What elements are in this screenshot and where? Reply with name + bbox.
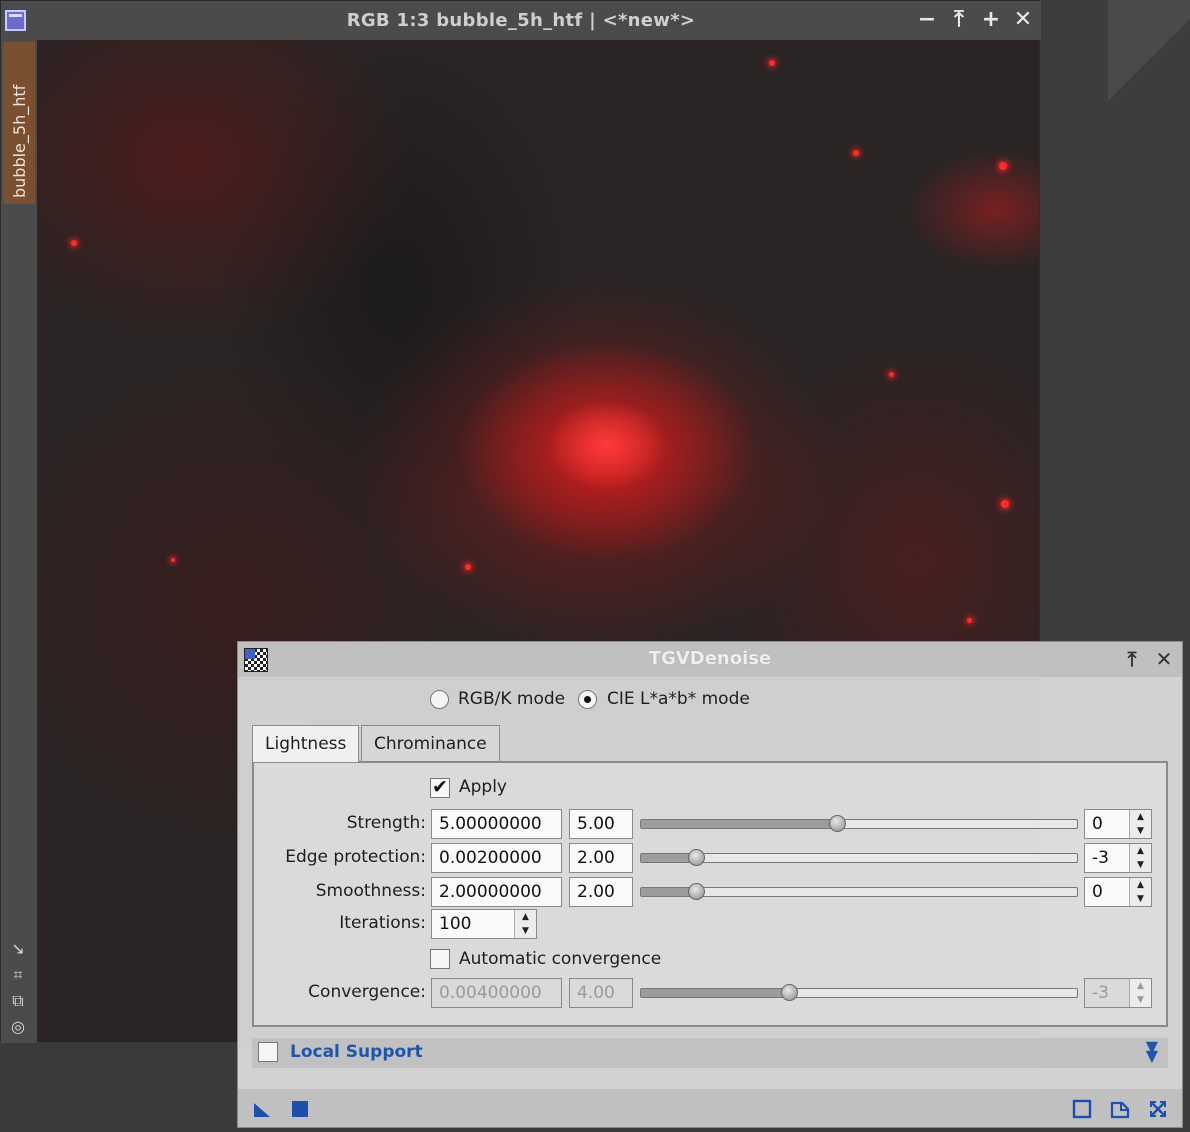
edge-protection-label: Edge protection: xyxy=(285,847,426,867)
local-support-section[interactable]: Local Support ▼ ▼ xyxy=(252,1038,1168,1068)
star xyxy=(999,162,1007,170)
smoothness-field[interactable]: 2.00000000 xyxy=(431,877,562,907)
strength-exponent-spinner[interactable]: 0 ▲ ▼ xyxy=(1084,809,1152,839)
lightness-panel: Apply Strength: 5.00000000 5.00 0 ▲▼ Edg… xyxy=(252,761,1168,1027)
spin-up-icon[interactable]: ▲ xyxy=(1130,979,1151,993)
clone-view-icon[interactable]: ⧉ xyxy=(7,988,29,1014)
local-support-title[interactable]: Local Support xyxy=(290,1042,423,1062)
strength-slider[interactable] xyxy=(640,815,1078,832)
local-support-checkbox[interactable] xyxy=(258,1042,278,1062)
spin-down-icon[interactable]: ▼ xyxy=(1130,824,1151,838)
star xyxy=(769,60,775,66)
dialog-title: TGVDenoise xyxy=(648,648,772,669)
spin-up-icon[interactable]: ▲ xyxy=(1130,844,1151,858)
spin-up-icon[interactable]: ▲ xyxy=(515,910,536,924)
spin-down-icon[interactable]: ▼ xyxy=(1130,993,1151,1007)
strength-field[interactable]: 5.00000000 xyxy=(431,809,562,839)
image-window-titlebar[interactable]: RGB 1:3 bubble_5h_htf | <*new*> − ⤒ + ✕ xyxy=(1,1,1041,40)
tab-chrominance[interactable]: Chrominance xyxy=(361,725,500,761)
edge-protection-mantissa-field[interactable]: 2.00 xyxy=(569,843,633,873)
auto-convergence-checkbox[interactable] xyxy=(430,949,450,969)
edge-protection-exponent-value: -3 xyxy=(1092,848,1109,868)
preview-icon[interactable]: ◎ xyxy=(7,1014,29,1040)
close-icon[interactable]: ✕ xyxy=(1152,647,1176,671)
fit-view-icon[interactable]: ↘ xyxy=(7,936,29,962)
spin-up-icon[interactable]: ▲ xyxy=(1130,878,1151,892)
star xyxy=(889,372,894,377)
smoothness-exponent-value: 0 xyxy=(1092,882,1103,902)
star xyxy=(1001,500,1009,508)
star xyxy=(853,150,859,156)
expand-section-icon[interactable]: ▼ ▼ xyxy=(1146,1039,1158,1064)
strength-label: Strength: xyxy=(346,813,426,833)
smoothness-label: Smoothness: xyxy=(315,881,426,901)
cielab-mode-radio[interactable] xyxy=(578,690,597,709)
convergence-exponent-spinner[interactable]: -3 ▲ ▼ xyxy=(1084,978,1152,1008)
strength-exponent-value: 0 xyxy=(1092,814,1103,834)
edge-protection-slider[interactable] xyxy=(640,849,1078,866)
convergence-label: Convergence: xyxy=(308,982,426,1002)
spin-down-icon[interactable]: ▼ xyxy=(1130,892,1151,906)
rgbk-mode-label: RGB/K mode xyxy=(458,689,566,709)
workspace-corner-decoration xyxy=(1108,0,1190,120)
convergence-slider-knob[interactable] xyxy=(781,984,799,1001)
image-window-title: RGB 1:3 bubble_5h_htf | <*new*> xyxy=(346,10,696,31)
new-instance-icon[interactable] xyxy=(252,1099,272,1119)
rgbk-mode-radio[interactable] xyxy=(430,690,449,709)
view-identifier-label: bubble_5h_htf xyxy=(10,84,29,198)
shade-button[interactable]: − xyxy=(915,7,939,33)
real-time-preview-icon[interactable] xyxy=(1072,1099,1092,1119)
tab-lightness[interactable]: Lightness xyxy=(252,725,360,762)
star xyxy=(171,558,175,562)
edit-instance-source-icon[interactable] xyxy=(1110,1099,1130,1119)
strength-slider-knob[interactable] xyxy=(829,815,847,832)
convergence-field[interactable]: 0.00400000 xyxy=(431,978,562,1008)
edge-protection-field[interactable]: 0.00200000 xyxy=(431,843,562,873)
iterations-spinner[interactable]: 100 ▲ ▼ xyxy=(431,909,537,939)
zoom-to-fit-icon[interactable]: ⌗ xyxy=(7,962,29,988)
strength-mantissa-field[interactable]: 5.00 xyxy=(569,809,633,839)
iterations-label: Iterations: xyxy=(339,913,426,933)
smoothness-slider[interactable] xyxy=(640,883,1078,900)
iterations-value: 100 xyxy=(439,914,472,934)
smoothness-mantissa-field[interactable]: 2.00 xyxy=(569,877,633,907)
view-tools: ↘ ⌗ ⧉ ◎ xyxy=(7,936,29,1040)
spin-down-icon[interactable]: ▼ xyxy=(1130,858,1151,872)
expand-button[interactable]: + xyxy=(979,7,1003,33)
dialog-titlebar[interactable]: TGVDenoise ⤒ ✕ xyxy=(238,642,1182,677)
convergence-mantissa-field[interactable]: 4.00 xyxy=(569,978,633,1008)
smoothness-slider-knob[interactable] xyxy=(687,883,705,900)
close-button[interactable]: ✕ xyxy=(1011,7,1035,33)
tgvdenoise-dialog[interactable]: TGVDenoise ⤒ ✕ RGB/K mode CIE L*a*b* mod… xyxy=(237,641,1183,1128)
auto-convergence-label: Automatic convergence xyxy=(459,949,662,969)
star xyxy=(465,564,471,570)
star xyxy=(967,618,972,623)
apply-label: Apply xyxy=(459,777,507,797)
maximize-button[interactable]: ⤒ xyxy=(947,7,971,33)
smoothness-exponent-spinner[interactable]: 0 ▲ ▼ xyxy=(1084,877,1152,907)
spin-up-icon[interactable]: ▲ xyxy=(1130,810,1151,824)
dialog-bottom-toolbar xyxy=(238,1089,1182,1127)
edge-protection-slider-knob[interactable] xyxy=(687,849,705,866)
convergence-slider[interactable] xyxy=(640,984,1078,1001)
cielab-mode-label: CIE L*a*b* mode xyxy=(607,689,750,709)
convergence-exponent-value: -3 xyxy=(1092,983,1109,1003)
apply-checkbox[interactable] xyxy=(430,776,450,798)
star xyxy=(71,240,77,246)
shade-icon[interactable]: ⤒ xyxy=(1120,647,1144,671)
view-identifier-tab[interactable]: bubble_5h_htf xyxy=(3,42,35,204)
reset-icon[interactable] xyxy=(1148,1099,1168,1119)
edge-protection-exponent-spinner[interactable]: -3 ▲ ▼ xyxy=(1084,843,1152,873)
spin-down-icon[interactable]: ▼ xyxy=(515,924,536,938)
apply-global-icon[interactable] xyxy=(290,1099,310,1119)
